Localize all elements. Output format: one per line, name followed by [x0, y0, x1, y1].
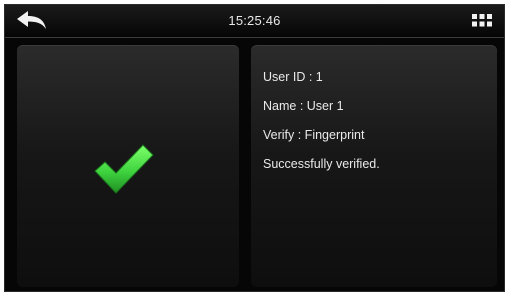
grid-menu-icon: [472, 14, 492, 27]
top-bar: 15:25:46: [5, 5, 504, 38]
menu-button[interactable]: [470, 11, 494, 31]
user-id-text: User ID : 1: [263, 70, 323, 84]
verify-method-text: Verify : Fingerprint: [263, 128, 365, 142]
clock-time: 15:25:46: [228, 13, 281, 28]
user-details-panel: User ID : 1 Name : User 1 Verify : Finge…: [251, 45, 497, 287]
device-screen: 15:25:46 User ID : 1 Name: User 1 Verif…: [4, 4, 505, 292]
user-name-text: Name : User 1: [263, 99, 344, 113]
checkmark-icon: [94, 144, 154, 194]
verification-result-panel: [17, 45, 239, 287]
verification-message: Successfully verified.: [263, 157, 380, 171]
